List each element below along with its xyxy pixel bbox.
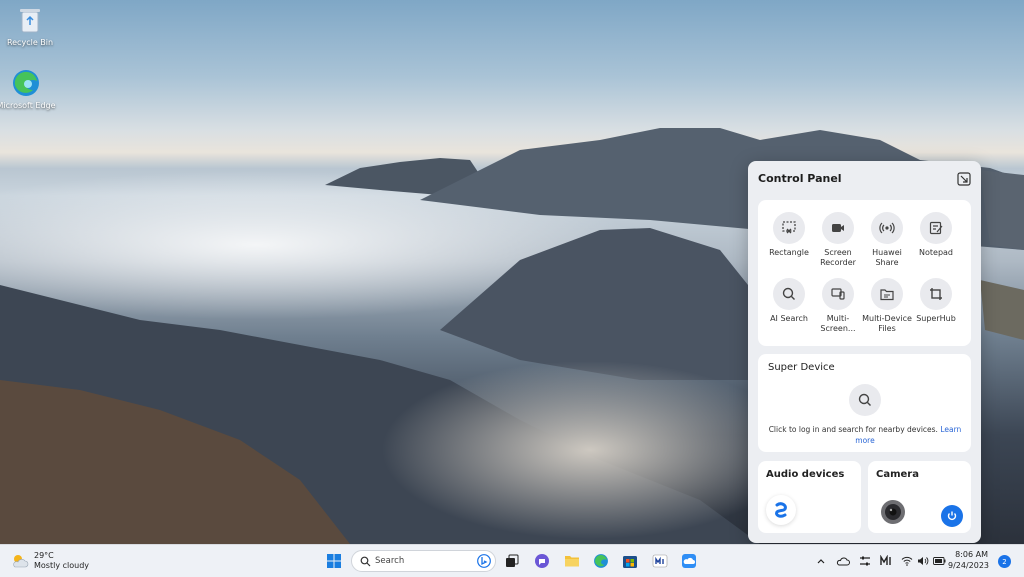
onedrive-tray-button[interactable] xyxy=(834,545,852,577)
huawei-manager-icon xyxy=(880,555,891,565)
tool-label: Multi-Device Files xyxy=(862,314,912,333)
desktop-icon-recycle-bin[interactable]: Recycle Bin xyxy=(0,5,60,47)
camera-title: Camera xyxy=(876,469,919,480)
tool-screen-recorder[interactable]: Screen Recorder xyxy=(811,212,865,268)
folder-icon xyxy=(565,556,579,567)
search-icon xyxy=(360,556,371,567)
notification-badge[interactable]: 2 xyxy=(998,555,1011,568)
cloud-layer xyxy=(380,360,800,540)
volume-tray-button[interactable] xyxy=(915,545,931,577)
folder-files-icon xyxy=(871,278,903,310)
power-icon[interactable] xyxy=(941,505,963,527)
tool-multi-screen[interactable]: Multi-Screen... xyxy=(811,278,865,334)
cloud-icon xyxy=(682,554,696,568)
super-device-text: Click to log in and search for nearby de… xyxy=(768,424,962,446)
huawei-tray-button[interactable] xyxy=(877,545,895,577)
panel-title: Control Panel xyxy=(758,172,842,185)
rectangle-screenshot-icon xyxy=(773,212,805,244)
desktop-icon-label: Microsoft Edge xyxy=(0,101,56,110)
tools-card: Rectangle Screen Recorder Huawei Share N… xyxy=(758,200,971,346)
tool-ai-search[interactable]: AI Search xyxy=(762,278,816,324)
battery-icon xyxy=(932,557,945,565)
settings-tray-button[interactable] xyxy=(856,545,874,577)
desktop-icon-label: Recycle Bin xyxy=(6,38,54,47)
weather-widget[interactable]: 29°C Mostly cloudy xyxy=(10,545,90,577)
recycle-bin-icon xyxy=(15,5,45,35)
tool-label: Screen Recorder xyxy=(820,248,856,267)
chat-icon xyxy=(535,554,549,568)
chevron-up-icon xyxy=(817,559,825,564)
weather-condition: Mostly cloudy xyxy=(34,561,89,570)
super-device-card[interactable]: Super Device Click to log in and search … xyxy=(758,354,971,452)
pc-manager-icon xyxy=(652,554,668,568)
audio-devices-card[interactable]: Audio devices xyxy=(758,461,861,533)
edge-icon xyxy=(594,554,608,568)
teams-chat-button[interactable] xyxy=(532,545,552,577)
superhub-icon xyxy=(920,278,952,310)
store-icon xyxy=(623,556,637,568)
search-icon xyxy=(773,278,805,310)
search-placeholder: Search xyxy=(375,556,405,566)
control-panel: Control Panel Rectangle Screen Recorder … xyxy=(748,161,981,543)
edge-taskbar-button[interactable] xyxy=(591,545,611,577)
windows-logo-icon xyxy=(327,554,341,568)
search-icon[interactable] xyxy=(849,384,881,416)
tool-huawei-share[interactable]: Huawei Share xyxy=(860,212,914,268)
partly-cloudy-icon xyxy=(13,555,29,568)
tool-superhub[interactable]: SuperHub xyxy=(909,278,963,324)
weather-temp: 29°C xyxy=(34,551,54,560)
audio-devices-title: Audio devices xyxy=(766,469,845,480)
tool-label: Rectangle xyxy=(769,248,809,257)
sliders-icon xyxy=(860,556,870,566)
camera-lens-icon xyxy=(880,499,906,525)
onedrive-icon xyxy=(836,557,850,566)
taskbar-clock[interactable]: 8:06 AM 9/24/2023 xyxy=(948,549,990,571)
battery-tray-button[interactable] xyxy=(931,545,947,577)
multi-screen-icon xyxy=(822,278,854,310)
taskbar-search[interactable]: Search xyxy=(351,550,496,572)
edge-icon xyxy=(11,68,41,98)
audio-device-icon[interactable] xyxy=(766,495,796,525)
cloud-app-button[interactable] xyxy=(679,545,699,577)
wifi-icon xyxy=(901,556,913,566)
tool-label: Multi-Screen... xyxy=(820,314,856,333)
taskbar: 29°C Mostly cloudy Search 8:06 AM 9/24/2… xyxy=(0,544,1024,577)
expand-icon[interactable] xyxy=(957,171,971,186)
super-device-title: Super Device xyxy=(768,362,835,373)
tool-label: Notepad xyxy=(919,248,953,257)
file-explorer-button[interactable] xyxy=(562,545,582,577)
video-camera-icon xyxy=(822,212,854,244)
tool-label: Huawei Share xyxy=(872,248,902,267)
notepad-icon xyxy=(920,212,952,244)
tool-label: AI Search xyxy=(770,314,808,323)
clock-time: 8:06 AM xyxy=(955,550,988,559)
wifi-tray-button[interactable] xyxy=(899,545,915,577)
store-button[interactable] xyxy=(620,545,640,577)
show-hidden-icons-button[interactable] xyxy=(814,545,828,577)
broadcast-icon xyxy=(871,212,903,244)
super-device-description: Click to log in and search for nearby de… xyxy=(768,425,938,434)
speaker-icon xyxy=(918,557,929,565)
tool-multi-device-files[interactable]: Multi-Device Files xyxy=(860,278,914,334)
desktop-icon-microsoft-edge[interactable]: Microsoft Edge xyxy=(0,68,56,110)
tool-notepad[interactable]: Notepad xyxy=(909,212,963,258)
tool-label: SuperHub xyxy=(916,314,956,323)
camera-card[interactable]: Camera xyxy=(868,461,971,533)
clock-date: 9/24/2023 xyxy=(948,561,990,570)
task-view-button[interactable] xyxy=(502,545,522,577)
bing-icon[interactable] xyxy=(477,554,491,568)
pc-manager-button[interactable] xyxy=(650,545,670,577)
tool-rectangle[interactable]: Rectangle xyxy=(762,212,816,258)
start-button[interactable] xyxy=(322,545,346,577)
task-view-icon xyxy=(506,554,519,567)
